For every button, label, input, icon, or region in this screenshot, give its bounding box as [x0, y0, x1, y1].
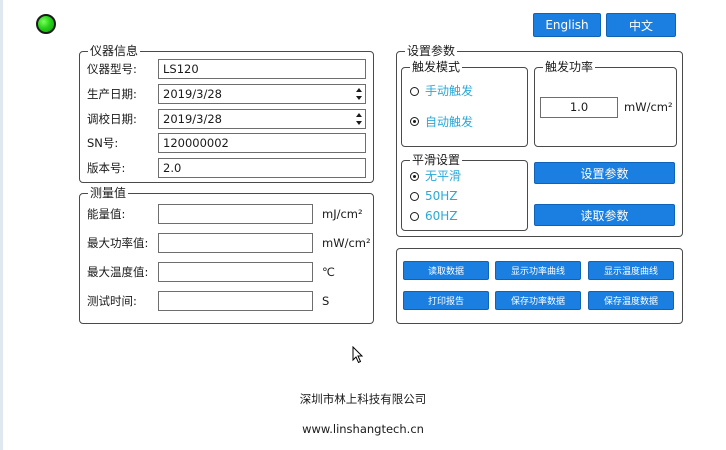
model-label: 仪器型号:	[87, 62, 137, 76]
measurement-title: 测量值	[88, 185, 129, 201]
trigger-power-title: 触发功率	[543, 59, 596, 75]
energy-field[interactable]	[158, 204, 313, 224]
print-report-button[interactable]: 打印报告	[403, 291, 489, 310]
calibration-date-label: 调校日期:	[87, 112, 137, 126]
version-field[interactable]: 2.0	[158, 158, 366, 178]
max-power-field[interactable]	[158, 233, 313, 253]
actions-group	[396, 248, 683, 324]
trigger-mode-title: 触发模式	[410, 59, 463, 75]
company-name: 深圳市林上科技有限公司	[299, 392, 427, 406]
window-edge	[0, 0, 3, 450]
company-website: www.linshangtech.cn	[302, 422, 424, 436]
trigger-power-input[interactable]: 1.0	[540, 97, 618, 118]
read-parameters-button[interactable]: 读取参数	[534, 204, 675, 226]
test-time-unit: S	[322, 294, 330, 308]
smoothing-60hz-radio[interactable]	[410, 212, 419, 221]
smoothing-60hz-label[interactable]: 60HZ	[425, 208, 458, 224]
test-time-field[interactable]	[158, 291, 313, 311]
set-parameters-button[interactable]: 设置参数	[534, 162, 675, 184]
version-value: 2.0	[163, 161, 182, 175]
connection-status-led	[36, 14, 56, 34]
energy-unit: mJ/cm²	[322, 207, 363, 221]
sn-label: SN号:	[87, 136, 119, 150]
manual-trigger-radio[interactable]	[410, 87, 419, 96]
calibration-date-picker[interactable]: 2019/3/28	[158, 109, 366, 129]
auto-trigger-radio[interactable]	[410, 117, 419, 126]
production-date-label: 生产日期:	[87, 87, 137, 101]
production-date-picker[interactable]: 2019/3/28	[158, 84, 366, 104]
test-time-label: 测试时间:	[87, 294, 137, 308]
show-temperature-curve-button[interactable]: 显示温度曲线	[588, 261, 674, 280]
smoothing-group: 平滑设置	[401, 152, 528, 231]
max-power-unit: mW/cm²	[322, 236, 371, 250]
max-temperature-unit: ℃	[322, 265, 335, 279]
date-spinner-icon[interactable]	[355, 111, 363, 127]
mouse-cursor-icon	[352, 346, 364, 364]
sn-value: 120000002	[163, 136, 229, 150]
version-label: 版本号:	[87, 161, 126, 175]
calibration-date-value: 2019/3/28	[163, 112, 222, 126]
sn-field[interactable]: 120000002	[158, 133, 366, 153]
date-spinner-icon[interactable]	[355, 86, 363, 102]
smoothing-50hz-radio[interactable]	[410, 192, 419, 201]
manual-trigger-label[interactable]: 手动触发	[425, 83, 473, 99]
show-power-curve-button[interactable]: 显示功率曲线	[495, 261, 581, 280]
read-data-button[interactable]: 读取数据	[403, 261, 489, 280]
model-value: LS120	[163, 62, 199, 76]
energy-label: 能量值:	[87, 207, 126, 221]
max-temperature-label: 最大温度值:	[87, 265, 149, 279]
no-smoothing-radio[interactable]	[410, 172, 419, 181]
auto-trigger-label[interactable]: 自动触发	[425, 114, 473, 130]
model-field[interactable]: LS120	[158, 59, 366, 79]
max-power-label: 最大功率值:	[87, 236, 149, 250]
settings-title: 设置参数	[405, 43, 458, 59]
production-date-value: 2019/3/28	[163, 87, 222, 101]
save-power-data-button[interactable]: 保存功率数据	[495, 291, 581, 310]
smoothing-50hz-label[interactable]: 50HZ	[425, 188, 458, 204]
trigger-mode-group: 触发模式	[401, 59, 528, 147]
english-button[interactable]: English	[533, 13, 601, 37]
max-temperature-field[interactable]	[158, 262, 313, 282]
smoothing-title: 平滑设置	[410, 152, 463, 168]
chinese-button[interactable]: 中文	[606, 13, 676, 37]
trigger-power-unit: mW/cm²	[624, 100, 673, 114]
save-temperature-data-button[interactable]: 保存温度数据	[588, 291, 674, 310]
no-smoothing-label[interactable]: 无平滑	[425, 168, 461, 184]
instrument-info-title: 仪器信息	[88, 43, 141, 59]
